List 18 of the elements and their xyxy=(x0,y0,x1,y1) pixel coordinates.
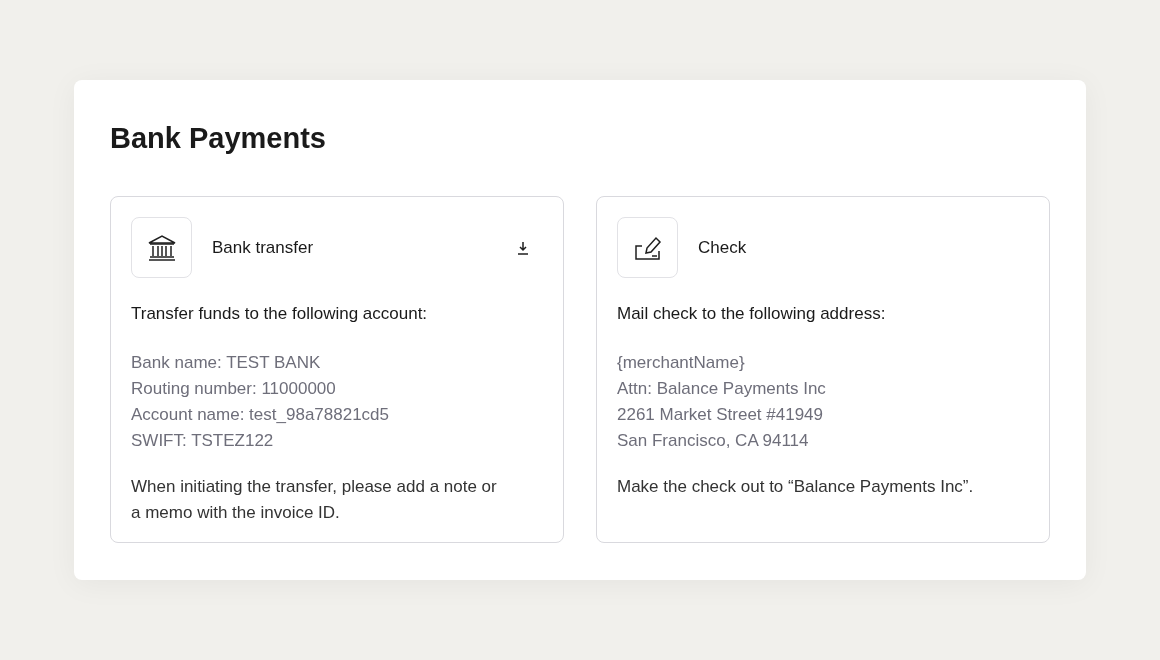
pen-on-paper-icon xyxy=(633,234,662,261)
method-name: Bank transfer xyxy=(212,237,315,259)
detail-line: 2261 Market Street #41949 xyxy=(617,403,824,426)
detail-line: {merchantName} xyxy=(617,351,745,374)
download-icon xyxy=(516,240,530,255)
detail-line: Attn: Balance Payments Inc xyxy=(617,377,826,400)
detail-line: Account name: test_98a78821cd5 xyxy=(131,403,390,426)
detail-line: San Francisco, CA 94114 xyxy=(617,429,809,452)
instruction-text: Mail check to the following address: xyxy=(617,303,887,326)
detail-line: SWIFT: TSTEZ122 xyxy=(131,429,274,452)
page-title: Bank Payments xyxy=(110,121,327,156)
detail-line: Bank name: TEST BANK xyxy=(131,351,321,374)
detail-line: Routing number: 11000000 xyxy=(131,377,336,400)
note-text: When initiating the transfer, please add a note or a memo with the invoice ID. xyxy=(131,475,498,524)
method-name: Check xyxy=(698,237,748,259)
instruction-text: Transfer funds to the following account: xyxy=(131,303,429,326)
note-text: Make the check out to “Balance Payments Inc”. xyxy=(617,475,975,498)
bank-icon xyxy=(146,233,177,262)
